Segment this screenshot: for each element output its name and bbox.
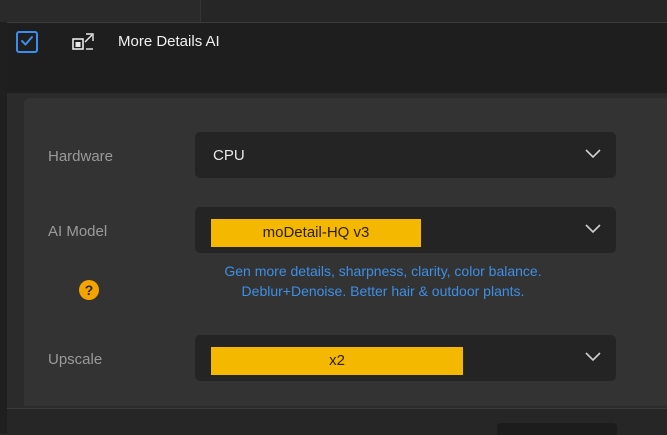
left-rule xyxy=(0,22,7,434)
enhance-square-icon xyxy=(72,33,94,50)
upscale-dropdown[interactable]: x2 xyxy=(195,335,616,381)
ai-model-value: moDetail-HQ v3 xyxy=(211,219,421,247)
upscale-label: Upscale xyxy=(48,351,103,368)
hardware-value: CPU xyxy=(213,147,245,164)
section-title: More Details AI xyxy=(118,33,220,50)
top-strip xyxy=(0,0,667,22)
next-section-control xyxy=(497,423,617,435)
enable-checkbox[interactable] xyxy=(16,31,38,53)
chevron-down-icon xyxy=(585,149,601,159)
section-header xyxy=(7,22,667,93)
chevron-down-icon xyxy=(585,352,601,362)
hardware-label: Hardware xyxy=(48,148,114,165)
hardware-dropdown[interactable]: CPU xyxy=(195,132,616,178)
top-tab-edge xyxy=(0,0,201,22)
ai-model-dropdown[interactable]: moDetail-HQ v3 xyxy=(195,207,616,253)
checkmark-icon xyxy=(21,36,33,46)
model-description-line1: Gen more details, sharpness, clarity, co… xyxy=(224,263,542,279)
chevron-down-icon xyxy=(585,224,601,234)
model-description: Gen more details, sharpness, clarity, co… xyxy=(138,261,628,301)
upscale-value: x2 xyxy=(211,347,463,375)
help-icon[interactable]: ? xyxy=(79,280,99,300)
model-description-line2: Deblur+Denoise. Better hair & outdoor pl… xyxy=(241,283,525,299)
next-section-bar xyxy=(7,408,667,435)
ai-model-label: AI Model xyxy=(48,223,108,240)
